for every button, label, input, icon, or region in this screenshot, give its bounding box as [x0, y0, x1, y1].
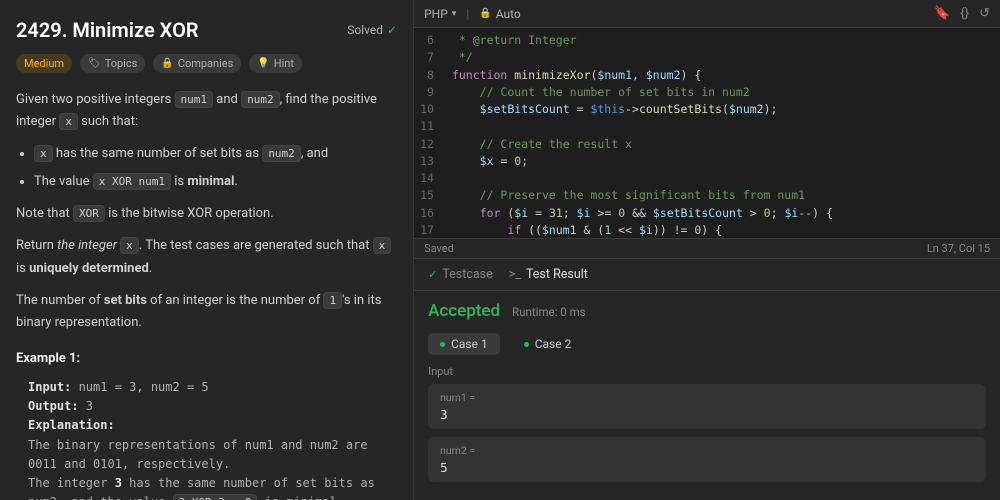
problem-title-row: 2429. Minimize XOR Solved ✓	[16, 18, 397, 42]
input-param-box[interactable]: num2 =5	[428, 437, 986, 482]
cursor-position: Ln 37, Col 15	[927, 242, 990, 255]
example1-header: Example 1:	[16, 348, 397, 370]
reset-icon[interactable]: ↺	[979, 6, 990, 21]
companies-tag[interactable]: 🔒Companies	[153, 54, 241, 73]
example1-block: Input: num1 = 3, num2 = 5 Output: 3 Expl…	[16, 378, 397, 500]
topics-tag[interactable]: 🏷Topics	[80, 54, 145, 73]
problem-description-pane: 2429. Minimize XOR Solved ✓ Medium 🏷Topi…	[0, 0, 414, 500]
tab-testcase[interactable]: ✓ Testcase	[428, 267, 493, 282]
result-tabs: ✓ Testcase >_ Test Result	[414, 259, 1000, 291]
editor-status-bar: Saved Ln 37, Col 15	[414, 238, 1000, 258]
runtime-label: Runtime: 0 ms	[512, 305, 586, 319]
editor-header: PHP ▾ | 🔒 Auto 🔖 {} ↺	[414, 0, 1000, 28]
case-tab-1[interactable]: Case 1	[428, 333, 500, 355]
bulb-icon: 💡	[257, 58, 269, 69]
line-gutter: 6789101112131415161718192021222324	[414, 28, 444, 238]
bookmark-icon[interactable]: 🔖	[934, 6, 950, 21]
status-dot-icon	[524, 342, 529, 347]
difficulty-tag[interactable]: Medium	[16, 54, 72, 73]
code-editor[interactable]: 6789101112131415161718192021222324 * @re…	[414, 28, 1000, 238]
result-pane: ✓ Testcase >_ Test Result Accepted Runti…	[414, 258, 1000, 500]
input-label: Input	[428, 365, 986, 378]
braces-icon[interactable]: {}	[960, 6, 969, 21]
terminal-icon: >_	[509, 267, 521, 282]
tags-row: Medium 🏷Topics 🔒Companies 💡Hint	[16, 54, 397, 73]
case-tabs: Case 1 Case 2	[428, 333, 986, 355]
tag-icon: 🏷	[88, 58, 101, 69]
chevron-down-icon: ▾	[452, 9, 457, 19]
input-param-box[interactable]: num1 =3	[428, 384, 986, 429]
auto-label[interactable]: 🔒 Auto	[479, 7, 520, 21]
saved-label: Saved	[424, 242, 454, 255]
check-icon: ✓	[428, 268, 437, 281]
case-tab-2[interactable]: Case 2	[512, 333, 584, 355]
check-circle-icon: ✓	[387, 23, 397, 37]
hint-tag[interactable]: 💡Hint	[249, 54, 302, 73]
lock-icon: 🔒	[161, 58, 173, 69]
language-selector[interactable]: PHP ▾	[424, 7, 456, 21]
accepted-label: Accepted	[428, 301, 500, 321]
lock-icon: 🔒	[479, 8, 491, 19]
code-lines[interactable]: * @return Integer */function minimizeXor…	[444, 28, 1000, 238]
right-pane: PHP ▾ | 🔒 Auto 🔖 {} ↺ 678910111213141516…	[414, 0, 1000, 500]
tab-test-result[interactable]: >_ Test Result	[509, 267, 588, 282]
problem-title: 2429. Minimize XOR	[16, 18, 199, 42]
result-body: Accepted Runtime: 0 ms Case 1 Case 2 Inpu…	[414, 291, 1000, 500]
problem-body: Given two positive integers num1 and num…	[16, 89, 397, 500]
status-dot-icon	[440, 342, 445, 347]
solved-badge: Solved ✓	[347, 23, 397, 37]
